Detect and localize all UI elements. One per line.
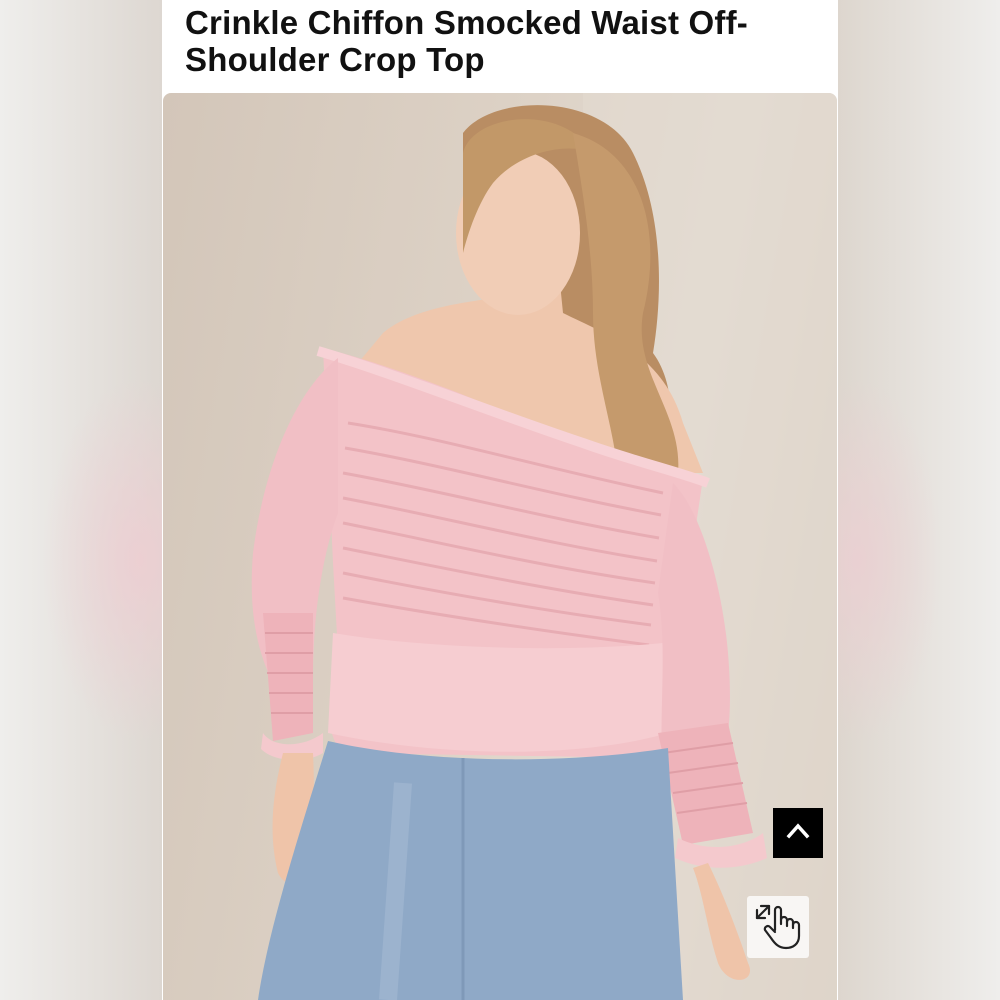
left-backdrop xyxy=(0,0,162,1000)
product-title: Crinkle Chiffon Smocked Waist Off-Should… xyxy=(185,4,748,78)
right-backdrop xyxy=(838,0,1000,1000)
hand-pointer-expand-icon xyxy=(751,898,805,957)
zoom-image-button[interactable] xyxy=(747,896,809,958)
chevron-up-icon xyxy=(785,818,811,849)
product-photo[interactable] xyxy=(163,93,837,1000)
model-illustration xyxy=(251,93,837,1000)
scroll-to-top-button[interactable] xyxy=(773,808,823,858)
